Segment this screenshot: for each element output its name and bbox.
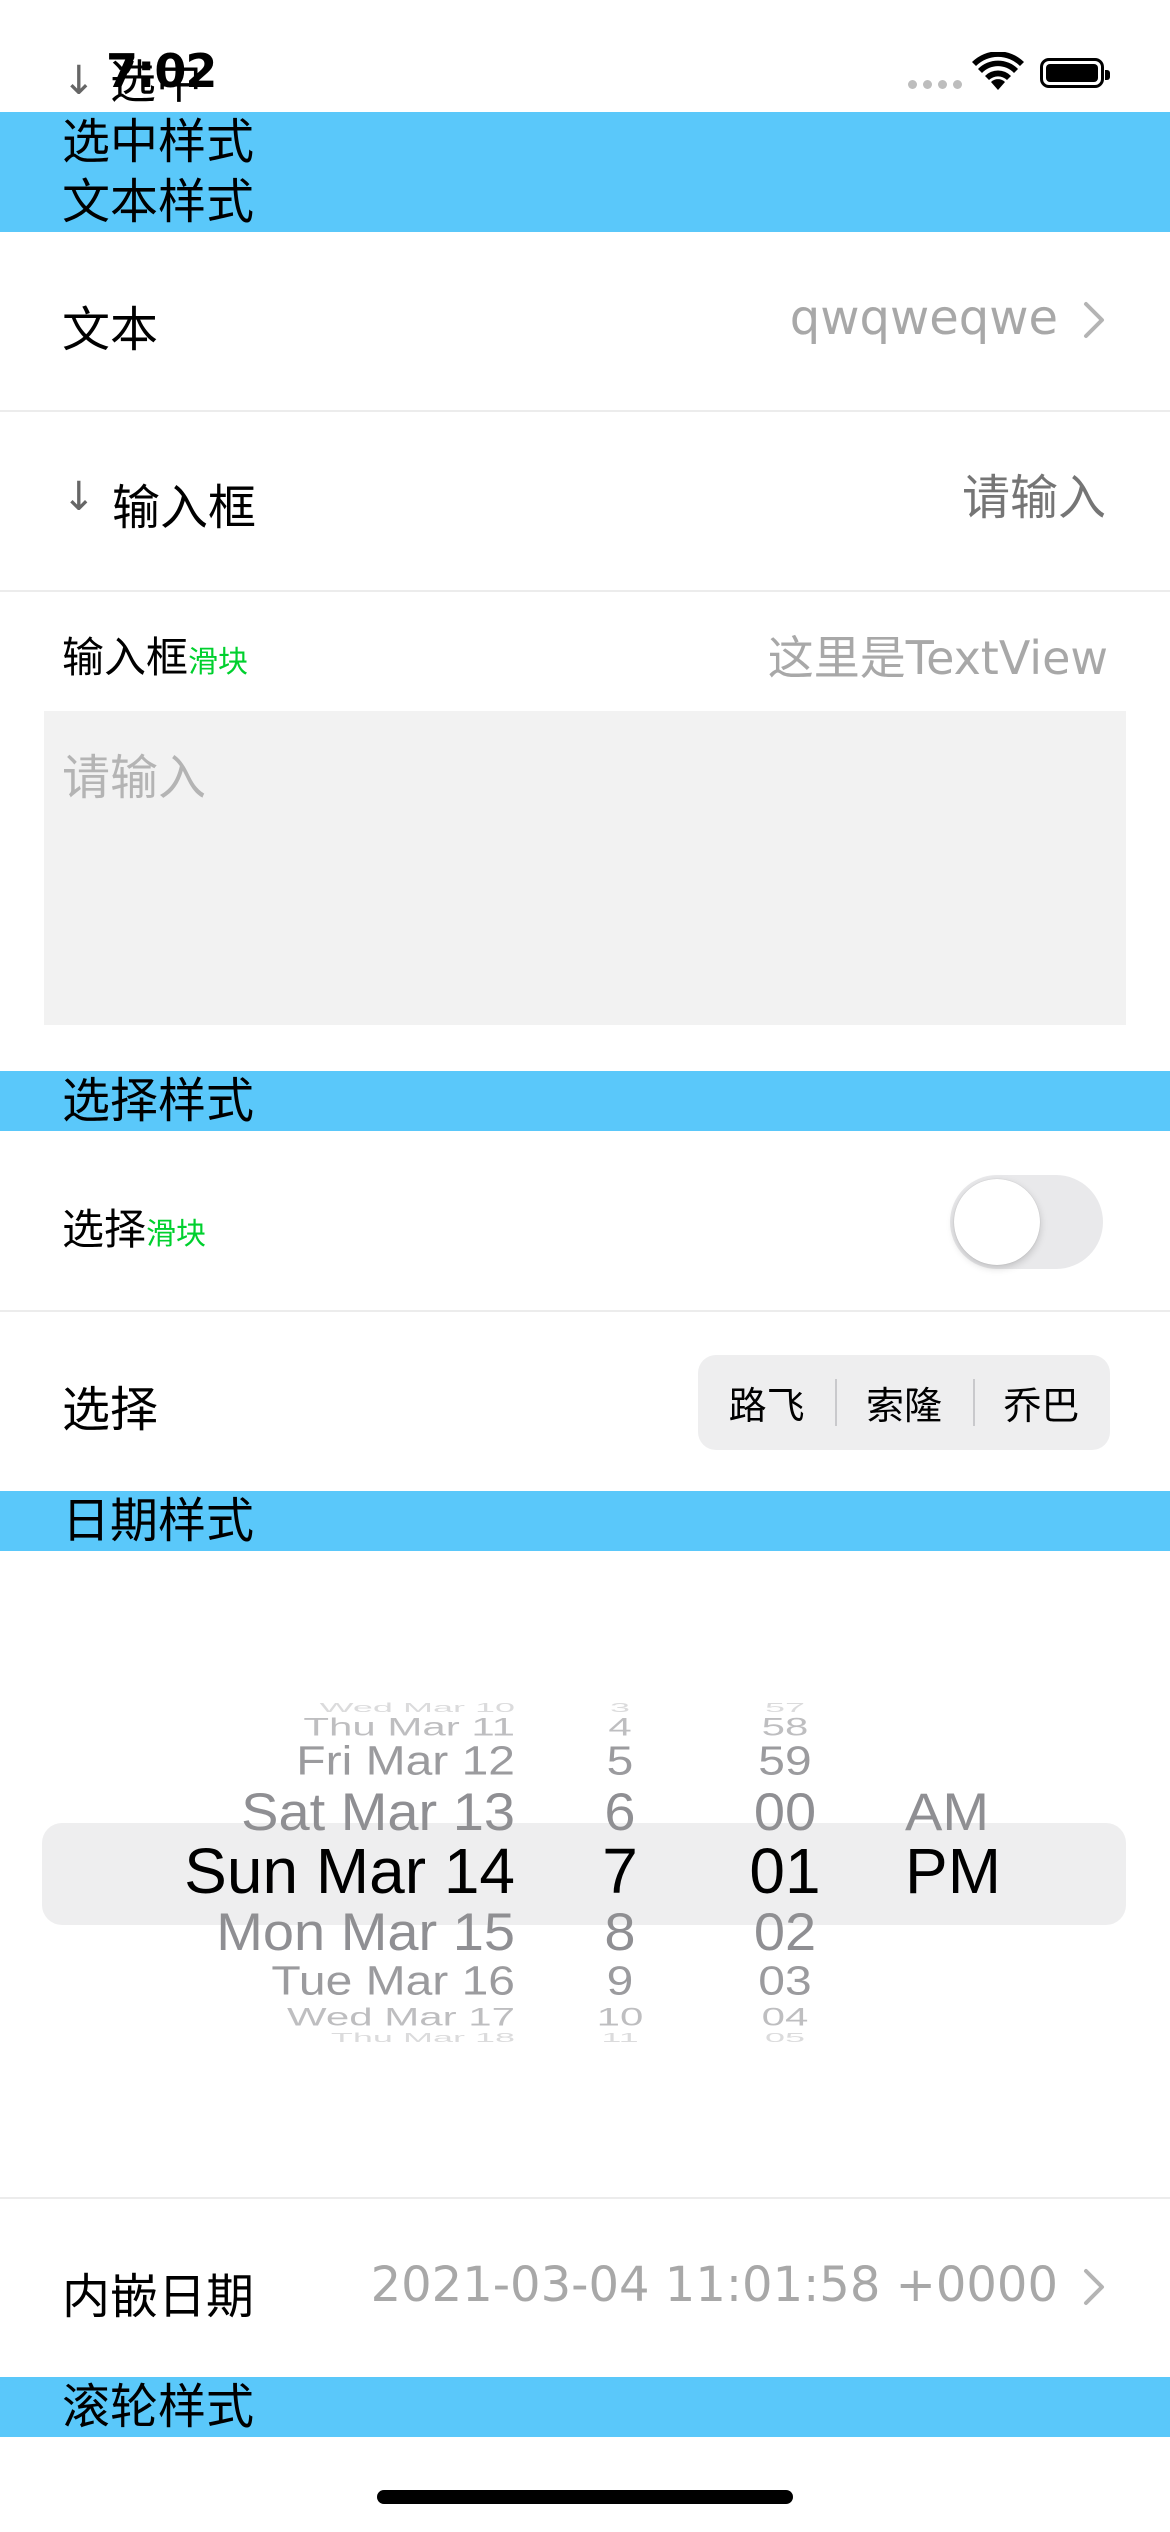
chevron-right-icon [1084, 302, 1104, 338]
textview-input[interactable] [44, 711, 1126, 1025]
cellular-signal-icon [908, 80, 962, 89]
divider [0, 1310, 1170, 1312]
picker-hour-item[interactable]: 8 [604, 1901, 635, 1963]
textview-row-value: 这里是TextView [767, 631, 1108, 685]
picker-minute-item[interactable]: 59 [758, 1738, 811, 1785]
picker-minute-item[interactable]: 58 [762, 1713, 809, 1742]
segment-zoro[interactable]: 索隆 [835, 1375, 972, 1430]
picker-date-item[interactable]: Tue Mar 16 [271, 1958, 515, 2005]
picker-minute-item[interactable]: 02 [754, 1901, 816, 1963]
arrow-down-icon: ↓ [62, 474, 96, 520]
input-field[interactable] [744, 462, 1108, 534]
picker-minute-item[interactable]: 04 [762, 2003, 809, 2032]
picker-hour-item[interactable]: 7 [602, 1834, 638, 1908]
text-row-label: 文本 [62, 302, 159, 358]
input-row: ↓ 输入框 [0, 412, 1170, 590]
wifi-icon [972, 52, 1024, 90]
section-title-text-style: 文本样式 [62, 174, 255, 230]
input-row-label: 输入框 [112, 480, 257, 536]
text-row-value: qwqweqwe [789, 290, 1058, 346]
section-header-selected-text: 选中样式 文本样式 [0, 112, 1170, 232]
picker-date-item[interactable]: Thu Mar 18 [331, 2030, 515, 2045]
picker-minute-item[interactable]: 01 [749, 1834, 820, 1908]
textview-placeholder: 请输入 [62, 750, 207, 806]
switch-row-label: 选择 [62, 1205, 147, 1254]
picker-ampm-item[interactable]: PM [905, 1834, 1001, 1908]
inline-date-label: 内嵌日期 [62, 2269, 255, 2325]
inline-date-value: 2021-03-04 11:01:58 +0000 [370, 2257, 1058, 2313]
picker-hour-item[interactable]: 4 [608, 1713, 631, 1742]
picker-minute-item[interactable]: 03 [758, 1958, 811, 2005]
segment-luffy[interactable]: 路飞 [698, 1375, 835, 1430]
picker-hour-item[interactable]: 5 [607, 1738, 634, 1785]
textview-row-label-group: 输入框滑块 [62, 624, 248, 685]
section-title-selected-style: 选中样式 [62, 114, 255, 170]
section-header-choice: 选择样式 [0, 1071, 1170, 1131]
picker-hour-item[interactable]: 11 [601, 2030, 638, 2045]
picker-hour-item[interactable]: 10 [597, 2003, 644, 2032]
battery-icon [1040, 58, 1110, 88]
picker-date-item[interactable]: Mon Mar 15 [216, 1901, 515, 1963]
switch-row-label-group: 选择滑块 [62, 1196, 206, 1257]
text-row[interactable]: 文本 qwqweqwe [0, 232, 1170, 410]
picker-date-item[interactable]: Fri Mar 12 [296, 1738, 515, 1785]
home-indicator [377, 2490, 793, 2504]
segment-row-label: 选择 [62, 1382, 159, 1438]
picker-date-item[interactable]: Thu Mar 11 [303, 1713, 515, 1742]
segment-chopper[interactable]: 乔巴 [972, 1375, 1110, 1430]
slider-mark: 滑块 [188, 645, 249, 680]
toggle-switch[interactable] [950, 1175, 1103, 1269]
picker-date-item[interactable]: Wed Mar 17 [287, 2003, 515, 2032]
status-arrow-icon: ↓ [62, 58, 96, 104]
chevron-right-icon [1084, 2269, 1104, 2305]
section-title-wheel-style: 滚轮样式 [62, 2379, 255, 2435]
section-title-date-style: 日期样式 [62, 1493, 255, 1549]
picker-hour-item[interactable]: 9 [607, 1958, 634, 2005]
status-overlap-text: 选中 [110, 55, 202, 109]
picker-minute-item[interactable]: 05 [765, 2030, 805, 2045]
divider [0, 590, 1170, 592]
picker-date-item[interactable]: Sun Mar 14 [184, 1834, 515, 1908]
textview-row-label: 输入框 [62, 633, 189, 682]
section-header-date: 日期样式 [0, 1491, 1170, 1551]
slider-mark: 滑块 [146, 1217, 207, 1252]
section-header-wheel: 滚轮样式 [0, 2377, 1170, 2437]
inline-date-row[interactable]: 内嵌日期 2021-03-04 11:01:58 +0000 [0, 2199, 1170, 2377]
date-picker-wheel[interactable]: Wed Mar 10 Thu Mar 11 Fri Mar 12 Sat Mar 13… [0, 1580, 1170, 2140]
toggle-knob [954, 1179, 1040, 1265]
section-title-choice-style: 选择样式 [62, 1073, 255, 1129]
segmented-control: 路飞 索隆 乔巴 [698, 1355, 1110, 1450]
